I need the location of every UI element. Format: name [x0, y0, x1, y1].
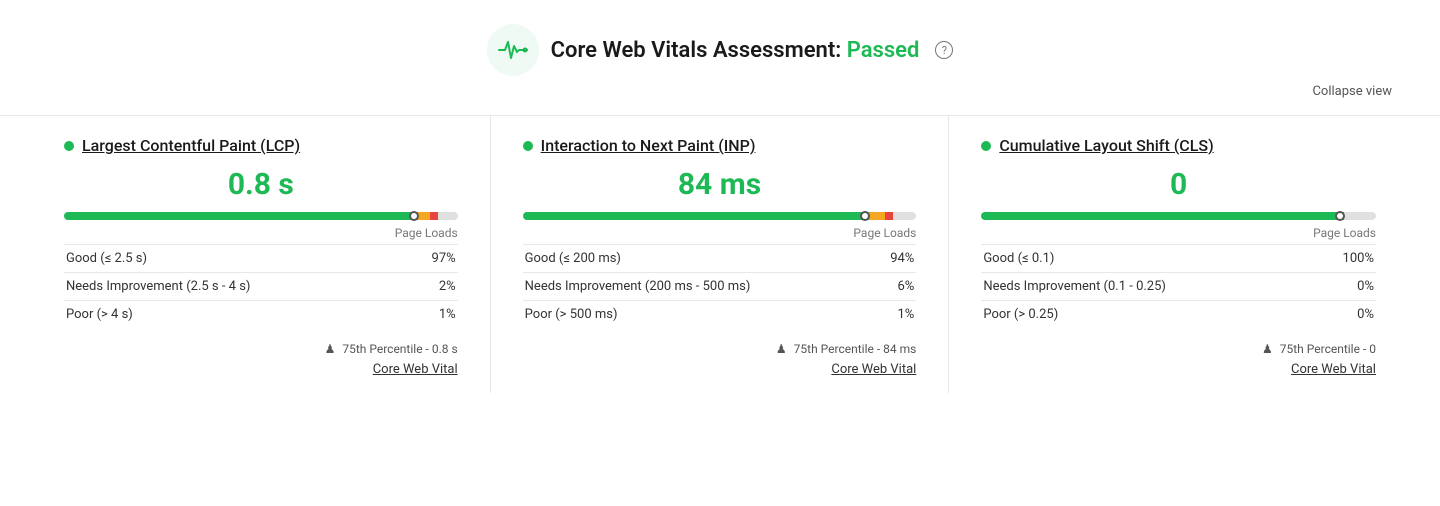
cls-needs-label: Needs Improvement (0.1 - 0.25): [981, 273, 1313, 301]
page-header: Core Web Vitals Assessment: Passed ?: [0, 0, 1440, 84]
title-prefix: Core Web Vitals Assessment:: [551, 38, 842, 63]
table-row: Poor (> 0.25) 0%: [981, 301, 1376, 329]
lcp-title-row: Largest Contentful Paint (LCP): [64, 136, 458, 155]
table-row: Needs Improvement (0.1 - 0.25) 0%: [981, 273, 1376, 301]
lcp-progress-bar: [64, 212, 458, 220]
cls-poor-value: 0%: [1313, 301, 1376, 329]
table-row: Good (≤ 0.1) 100%: [981, 245, 1376, 273]
collapse-link[interactable]: Collapse view: [1312, 84, 1392, 99]
metric-lcp: Largest Contentful Paint (LCP) 0.8 s Pag…: [32, 116, 491, 393]
cls-value: 0: [981, 167, 1376, 202]
cls-percentile: ♟ 75th Percentile - 0: [981, 338, 1376, 356]
table-row: Needs Improvement (200 ms - 500 ms) 6%: [523, 273, 917, 301]
metrics-grid: Largest Contentful Paint (LCP) 0.8 s Pag…: [0, 115, 1440, 393]
table-row: Poor (> 4 s) 1%: [64, 301, 458, 329]
lcp-thumb: [409, 211, 419, 221]
cls-poor-label: Poor (> 0.25): [981, 301, 1313, 329]
title-status: Passed: [847, 38, 920, 63]
inp-poor-label: Poor (> 500 ms): [523, 301, 874, 329]
inp-stats-table: Good (≤ 200 ms) 94% Needs Improvement (2…: [523, 244, 917, 328]
cls-title[interactable]: Cumulative Layout Shift (CLS): [999, 136, 1213, 155]
lcp-core-web-vital-link[interactable]: Core Web Vital: [64, 362, 458, 377]
lcp-page-loads-label: Page Loads: [64, 226, 458, 240]
inp-percentile: ♟ 75th Percentile - 84 ms: [523, 338, 917, 356]
page-title: Core Web Vitals Assessment: Passed: [551, 38, 920, 63]
collapse-row: Collapse view: [0, 84, 1440, 115]
lcp-value: 0.8 s: [64, 167, 458, 202]
lcp-status-dot: [64, 141, 74, 151]
cls-good-value: 100%: [1313, 245, 1376, 273]
inp-title[interactable]: Interaction to Next Paint (INP): [541, 136, 756, 155]
lcp-good-label: Good (≤ 2.5 s): [64, 245, 407, 273]
inp-value: 84 ms: [523, 167, 917, 202]
cls-stats-table: Good (≤ 0.1) 100% Needs Improvement (0.1…: [981, 244, 1376, 328]
cls-page-loads-label: Page Loads: [981, 226, 1376, 240]
inp-core-web-vital-link[interactable]: Core Web Vital: [523, 362, 917, 377]
lcp-percentile: ♟ 75th Percentile - 0.8 s: [64, 338, 458, 356]
inp-progress-bar: [523, 212, 917, 220]
metric-inp: Interaction to Next Paint (INP) 84 ms Pa…: [491, 116, 950, 393]
cls-title-row: Cumulative Layout Shift (CLS): [981, 136, 1376, 155]
table-row: Poor (> 500 ms) 1%: [523, 301, 917, 329]
vitals-waveform-icon: [497, 38, 529, 62]
inp-good-value: 94%: [873, 245, 916, 273]
cls-thumb: [1335, 211, 1345, 221]
vitals-icon-wrap: [487, 24, 539, 76]
cls-good-label: Good (≤ 0.1): [981, 245, 1313, 273]
inp-poor-value: 1%: [873, 301, 916, 329]
cls-status-dot: [981, 141, 991, 151]
inp-title-row: Interaction to Next Paint (INP): [523, 136, 917, 155]
lcp-good-value: 97%: [407, 245, 458, 273]
inp-needs-value: 6%: [873, 273, 916, 301]
inp-thumb: [860, 211, 870, 221]
percentile-icon: ♟: [776, 342, 787, 356]
metric-cls: Cumulative Layout Shift (CLS) 0 Page Loa…: [949, 116, 1408, 393]
table-row: Needs Improvement (2.5 s - 4 s) 2%: [64, 273, 458, 301]
cls-progress-bar: [981, 212, 1376, 220]
inp-needs-label: Needs Improvement (200 ms - 500 ms): [523, 273, 874, 301]
help-icon[interactable]: ?: [935, 41, 953, 59]
table-row: Good (≤ 200 ms) 94%: [523, 245, 917, 273]
percentile-icon: ♟: [1262, 342, 1273, 356]
lcp-poor-label: Poor (> 4 s): [64, 301, 407, 329]
lcp-poor-value: 1%: [407, 301, 458, 329]
lcp-needs-value: 2%: [407, 273, 458, 301]
cls-core-web-vital-link[interactable]: Core Web Vital: [981, 362, 1376, 377]
inp-good-label: Good (≤ 200 ms): [523, 245, 874, 273]
inp-page-loads-label: Page Loads: [523, 226, 917, 240]
lcp-needs-label: Needs Improvement (2.5 s - 4 s): [64, 273, 407, 301]
lcp-title[interactable]: Largest Contentful Paint (LCP): [82, 136, 300, 155]
percentile-icon: ♟: [325, 342, 336, 356]
table-row: Good (≤ 2.5 s) 97%: [64, 245, 458, 273]
lcp-stats-table: Good (≤ 2.5 s) 97% Needs Improvement (2.…: [64, 244, 458, 328]
inp-status-dot: [523, 141, 533, 151]
cls-needs-value: 0%: [1313, 273, 1376, 301]
